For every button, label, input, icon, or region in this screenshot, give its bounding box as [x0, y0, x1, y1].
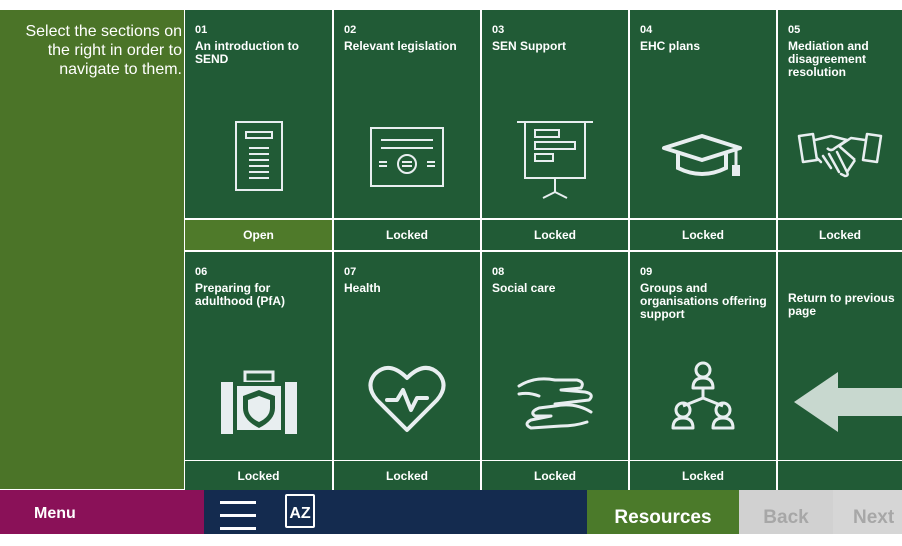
menu-button[interactable]: Menu	[0, 490, 204, 534]
section-status-07: Locked	[334, 461, 480, 491]
section-number: 02	[344, 24, 357, 36]
section-title: Preparing for adulthood (PfA)	[195, 281, 285, 308]
section-number: 09	[640, 266, 653, 278]
az-label: AZ	[289, 505, 311, 522]
section-number: 04	[640, 24, 653, 36]
section-title: Health	[344, 281, 381, 295]
resources-button[interactable]: Resources	[587, 490, 739, 534]
group-network-icon	[630, 360, 776, 430]
section-number: 01	[195, 24, 208, 36]
section-title: SEN Support	[492, 39, 566, 53]
arrow-left-icon	[794, 372, 902, 432]
hamburger-icon	[220, 501, 256, 530]
section-tile-06[interactable]: 06 Preparing for adulthood (PfA)	[185, 252, 332, 460]
section-status-02: Locked	[334, 220, 480, 250]
section-title: EHC plans	[640, 39, 701, 53]
section-number: 06	[195, 266, 208, 278]
bottom-bar-spacer	[334, 490, 587, 534]
section-status-06: Locked	[185, 461, 332, 491]
return-status-blank	[778, 461, 902, 491]
instructions-panel: Select the sections on the right in orde…	[0, 10, 184, 489]
section-status-01: Open	[185, 220, 332, 250]
section-status-09: Locked	[630, 461, 776, 491]
section-title: Mediation and disagreement resolution	[788, 39, 869, 79]
section-title: Groups and organisations offering suppor…	[640, 281, 767, 321]
glossary-az-button[interactable]: AZ	[268, 490, 334, 534]
section-number: 03	[492, 24, 505, 36]
return-to-previous-tile[interactable]: Return to previous page	[778, 252, 902, 460]
section-number: 08	[492, 266, 505, 278]
section-title: Relevant legislation	[344, 39, 457, 53]
section-tile-01[interactable]: 01 An introduction to SEND	[185, 10, 332, 218]
bottom-nav-bar: Menu AZ Resources Back Next	[0, 490, 902, 534]
document-icon	[185, 120, 332, 192]
section-status-08: Locked	[482, 461, 628, 491]
section-tile-03[interactable]: 03 SEN Support	[482, 10, 628, 218]
hamburger-button[interactable]	[204, 490, 268, 534]
section-tile-04[interactable]: 04 EHC plans	[630, 10, 776, 218]
az-icon: AZ	[285, 494, 315, 528]
course-section-menu: Select the sections on the right in orde…	[0, 0, 902, 534]
back-button: Back	[739, 490, 833, 534]
briefcase-shield-icon	[185, 370, 332, 436]
certificate-icon	[334, 126, 480, 188]
section-status-05: Locked	[778, 220, 902, 250]
presentation-board-icon	[482, 114, 628, 200]
heart-pulse-icon	[334, 362, 480, 434]
section-status-03: Locked	[482, 220, 628, 250]
return-label: Return to previous page	[788, 291, 895, 318]
section-tile-08[interactable]: 08 Social care	[482, 252, 628, 460]
section-title: Social care	[492, 281, 556, 295]
section-number: 05	[788, 24, 801, 36]
section-tile-07[interactable]: 07 Health	[334, 252, 480, 460]
instructions-text: Select the sections on the right in orde…	[25, 23, 182, 78]
section-number: 07	[344, 266, 357, 278]
section-title: An introduction to SEND	[195, 39, 299, 66]
next-button: Next	[833, 490, 902, 534]
section-status-04: Locked	[630, 220, 776, 250]
section-tile-09[interactable]: 09 Groups and organisations offering sup…	[630, 252, 776, 460]
handshake-icon	[778, 128, 902, 182]
section-tile-02[interactable]: 02 Relevant legislation	[334, 10, 480, 218]
section-tile-05[interactable]: 05 Mediation and disagreement resolution	[778, 10, 902, 218]
caring-hands-icon	[482, 372, 628, 432]
graduation-cap-icon	[630, 132, 776, 182]
